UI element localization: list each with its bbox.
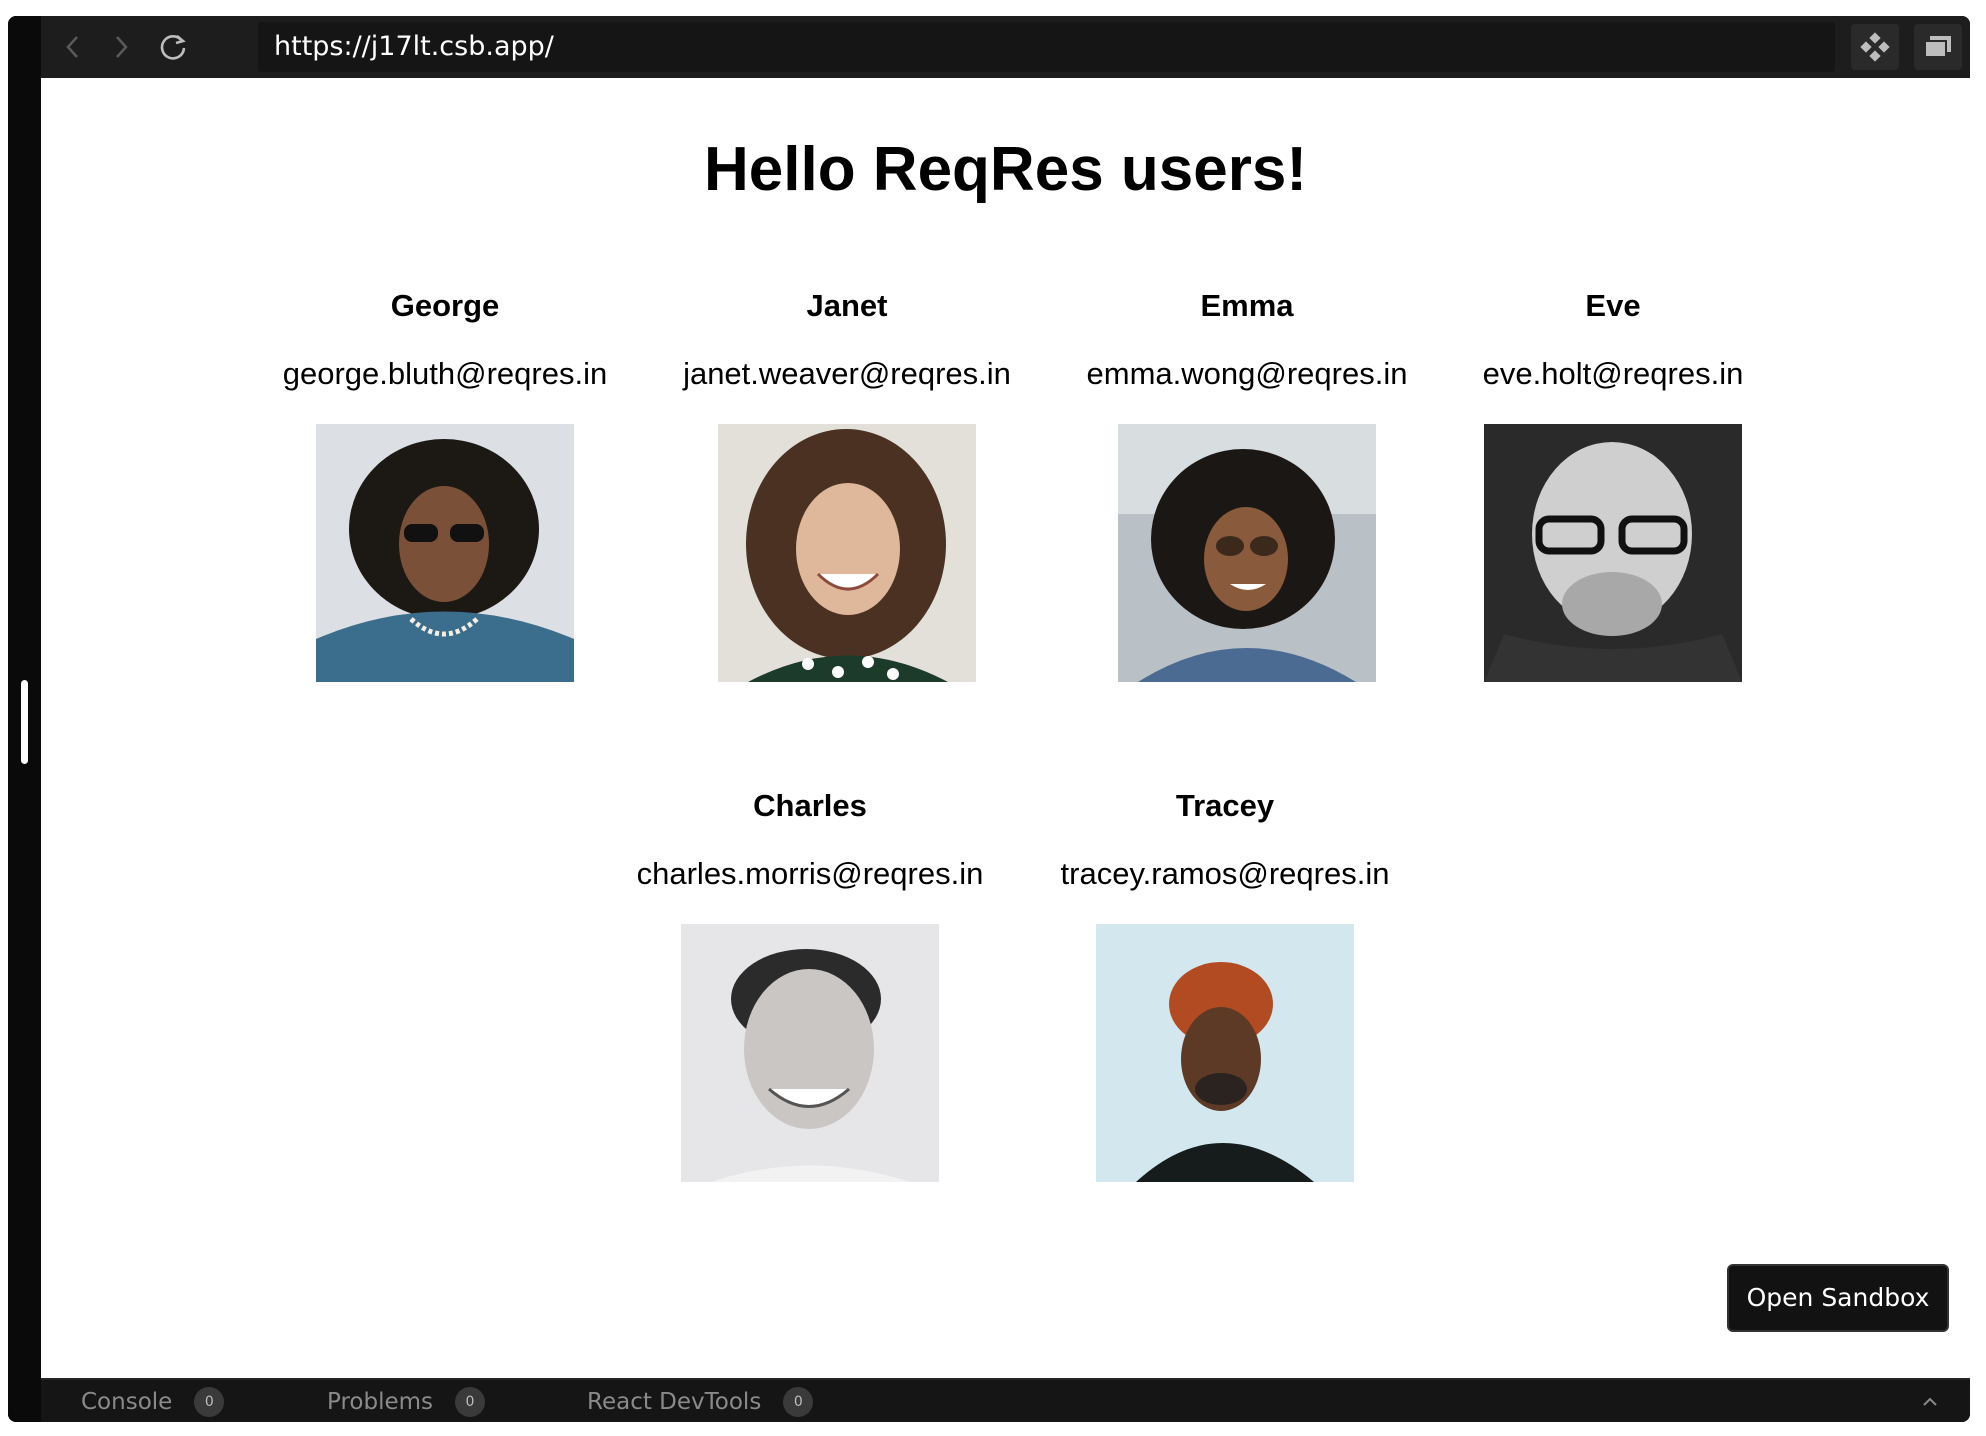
user-email: janet.weaver@reqres.in <box>683 356 1011 391</box>
chevron-up-icon <box>1923 1397 1937 1406</box>
user-avatar <box>718 424 976 682</box>
user-card: Eve eve.holt@reqres.in <box>1403 286 1823 682</box>
chevron-right-icon <box>116 36 128 58</box>
chevron-left-icon <box>66 36 78 58</box>
diamond-grid-icon <box>1860 32 1890 62</box>
url-bar[interactable]: https://j17lt.csb.app/ <box>258 22 1835 72</box>
user-card: Janet janet.weaver@reqres.in <box>637 286 1057 682</box>
user-name: Charles <box>753 788 867 823</box>
user-name: George <box>390 288 500 323</box>
user-email: tracey.ramos@reqres.in <box>1060 856 1390 891</box>
user-email: eve.holt@reqres.in <box>1482 356 1744 391</box>
sandbox-preview-frame: https://j17lt.csb.app/ Hello ReqRes user… <box>8 16 1970 1422</box>
user-email: emma.wong@reqres.in <box>1086 356 1408 391</box>
resize-rail <box>8 16 41 1422</box>
user-avatar <box>1484 424 1742 682</box>
user-card: Charles charles.morris@reqres.in <box>600 786 1020 1182</box>
open-new-window-button[interactable] <box>1914 24 1962 70</box>
tab-console[interactable]: Console 0 <box>81 1380 225 1422</box>
count-badge: 0 <box>455 1387 486 1417</box>
open-sandbox-button[interactable]: Open Sandbox <box>1727 1264 1949 1332</box>
tab-label: Problems <box>327 1389 434 1415</box>
tab-react-devtools[interactable]: React DevTools 0 <box>587 1380 814 1422</box>
user-name: Tracey <box>1175 788 1275 823</box>
count-badge: 0 <box>194 1387 225 1417</box>
preview-viewport: Hello ReqRes users! George george.bluth@… <box>41 78 1970 1378</box>
count-badge: 0 <box>783 1387 814 1417</box>
user-name: Janet <box>806 288 888 323</box>
devtools-bar: Console 0 Problems 0 React DevTools 0 <box>41 1378 1970 1422</box>
resize-handle[interactable] <box>21 680 28 764</box>
user-card: Emma emma.wong@reqres.in <box>1037 286 1457 682</box>
user-email: george.bluth@reqres.in <box>282 356 608 391</box>
user-avatar <box>316 424 574 682</box>
refresh-button[interactable] <box>141 16 205 78</box>
user-avatar <box>681 924 939 1182</box>
tab-label: React DevTools <box>587 1389 762 1415</box>
page-title: Hello ReqRes users! <box>704 135 1307 204</box>
expand-devtools-button[interactable] <box>1916 1388 1944 1416</box>
tab-label: Console <box>81 1389 173 1415</box>
user-card: Tracey tracey.ramos@reqres.in <box>1015 786 1435 1182</box>
refresh-icon <box>160 35 186 60</box>
user-name: Eve <box>1585 288 1641 323</box>
user-card: George george.bluth@reqres.in <box>235 286 655 682</box>
devtools-toggle-button[interactable] <box>1851 24 1899 70</box>
user-name: Emma <box>1200 288 1294 323</box>
user-avatar <box>1096 924 1354 1182</box>
tab-problems[interactable]: Problems 0 <box>327 1380 486 1422</box>
user-email: charles.morris@reqres.in <box>636 856 984 891</box>
windows-icon <box>1924 36 1951 58</box>
browser-toolbar: https://j17lt.csb.app/ <box>41 16 1970 78</box>
user-avatar <box>1118 424 1376 682</box>
